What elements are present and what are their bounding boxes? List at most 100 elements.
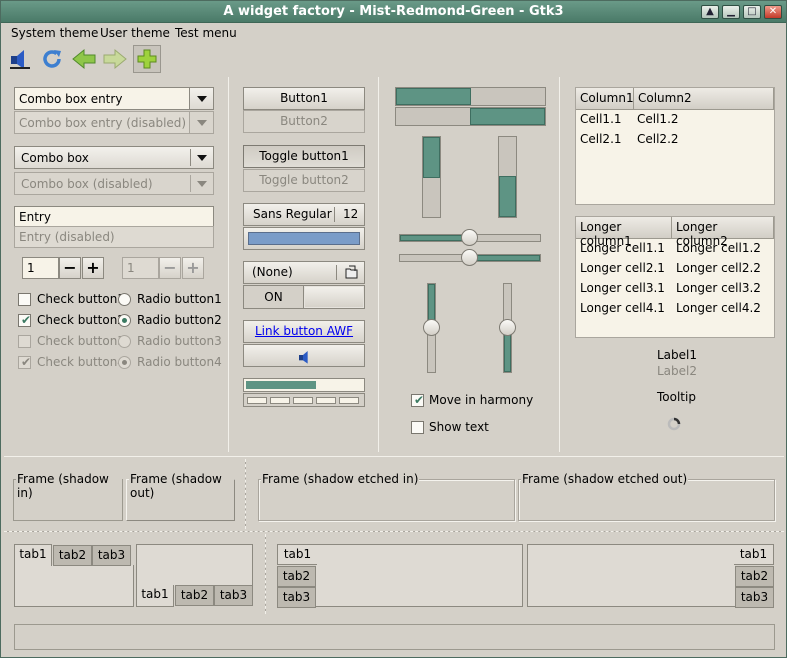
tab2[interactable]: tab2 [735,566,774,587]
tab3[interactable]: tab3 [92,545,131,566]
tab1[interactable]: tab1 [734,544,774,565]
color-button[interactable] [243,227,365,250]
menu-user-theme[interactable]: User theme [100,26,170,40]
tree1-cell[interactable]: Cell2.2 [637,132,679,146]
check-button2[interactable]: ✔ [18,313,32,327]
maximize-button[interactable]: □ [743,5,761,19]
tab2[interactable]: tab2 [277,566,316,587]
hscale-top-knob[interactable] [461,229,478,246]
tab1[interactable]: tab1 [136,585,174,607]
tree-view-2[interactable]: Longer column1 Longer column2 Longer cel… [575,216,775,338]
tree2-cell[interactable]: Longer cell2.2 [676,261,761,275]
toggle-button1[interactable]: Toggle button1 [243,145,365,168]
progress-bar [243,378,365,392]
combo-entry-input[interactable]: Combo box entry [14,87,190,110]
file-chooser-divider [336,265,337,280]
tree2-header-column1[interactable]: Longer column1 [576,217,672,248]
move-in-harmony-check[interactable]: ✔ [411,393,424,407]
tooltip-label[interactable]: Tooltip [657,390,696,404]
checkmark-icon: ✔ [21,313,32,327]
tree-view-1[interactable]: Column1 Column2 Cell1.1 Cell1.2 Cell2.1 … [575,87,775,205]
level-segment [316,397,336,404]
tree2-cell[interactable]: Longer cell4.1 [580,301,665,315]
level-segment [293,397,313,404]
radio-button4-label: Radio button4 [137,355,222,369]
minimize-button[interactable]: ▁ [722,5,740,19]
spin-decrement-button[interactable]: − [59,257,81,279]
switch-slider[interactable] [305,287,363,307]
combo-entry-disabled-dropdown [189,111,214,134]
combo-entry-dropdown[interactable] [189,87,214,110]
tab1[interactable]: tab1 [277,544,317,565]
switch[interactable]: ON [243,285,365,309]
tree1-cell[interactable]: Cell2.1 [580,132,622,146]
tree2-header-column2[interactable]: Longer column2 [672,217,774,248]
tree1-header-column1[interactable]: Column1 [576,88,634,110]
link-button[interactable]: Link button AWF [243,320,365,343]
tab3[interactable]: tab3 [277,587,316,608]
tree1-cell[interactable]: Cell1.1 [580,112,622,126]
add-icon[interactable] [133,45,161,73]
tab2[interactable]: tab2 [175,585,214,606]
menu-bar: System theme User theme Test menu [1,24,786,44]
forward-arrow-icon[interactable] [101,45,129,73]
tree2-cell[interactable]: Longer cell1.2 [676,241,761,255]
menu-system-theme[interactable]: System theme [11,26,98,40]
combo-divider [190,149,191,166]
check-button4: ✔ [18,355,31,369]
tab3[interactable]: tab3 [214,585,253,606]
level-bar [243,393,365,407]
tree2-cell[interactable]: Longer cell3.1 [580,281,665,295]
radio-button2[interactable] [118,314,131,327]
pane-separator[interactable] [245,459,246,529]
show-text-check[interactable] [411,421,424,434]
notebook-left-page [316,544,523,607]
check-button1[interactable] [18,293,31,306]
radio-button1-label: Radio button1 [137,292,222,306]
toggle-button2: Toggle button2 [243,169,365,192]
level-segment [270,397,290,404]
tab2[interactable]: tab2 [53,545,92,566]
tab3[interactable]: tab3 [735,587,774,608]
check-button4-label: Check button4 [37,355,125,369]
tree1-header-column2[interactable]: Column2 [634,88,774,110]
pane-separator[interactable] [4,531,784,532]
tree2-cell[interactable]: Longer cell1.1 [580,241,665,255]
tree2-cell[interactable]: Longer cell4.2 [676,301,761,315]
pane-separator[interactable] [265,534,266,614]
refresh-icon[interactable] [38,45,66,73]
tree2-cell[interactable]: Longer cell2.1 [580,261,665,275]
hscale-bottom-knob[interactable] [461,249,478,266]
tree1-cell[interactable]: Cell1.2 [637,112,679,126]
back-arrow-icon[interactable] [70,45,98,73]
menu-test[interactable]: Test menu [175,26,237,40]
window-up-button[interactable]: ▲ [701,5,719,19]
hscale-top-fill [400,235,470,241]
entry-field[interactable]: Entry [14,206,214,228]
hprogress-bottom-fill [470,108,545,125]
button1[interactable]: Button1 [243,87,365,110]
radio-button1[interactable] [118,293,131,306]
tree2-cell[interactable]: Longer cell3.2 [676,281,761,295]
radio-button3 [118,335,131,348]
spin-increment-button[interactable]: + [82,257,104,279]
switch-on-label: ON [244,286,304,308]
vscale-right-knob[interactable] [499,319,516,336]
spin-input[interactable]: 1 [22,257,59,279]
font-size: 12 [343,207,359,221]
combo-box[interactable]: Combo box [14,146,214,169]
check-button2-label: Check button2 [37,313,125,327]
spin-input-disabled: 1 [122,257,159,279]
font-button[interactable]: Sans Regular 12 [243,203,365,226]
file-chooser-button[interactable]: (None) [243,261,365,284]
close-button[interactable]: ✕ [764,5,782,19]
notebook-bottom-page [136,544,253,586]
tab1[interactable]: tab1 [14,544,52,566]
column-separator [378,77,379,452]
vscale-left-knob[interactable] [423,319,440,336]
button2: Button2 [243,110,365,133]
volume-button[interactable] [243,344,365,367]
vprogress-left-fill [423,137,440,178]
title-bar[interactable]: A widget factory - Mist-Redmond-Green - … [1,1,786,23]
audio-volume-icon[interactable] [6,45,34,73]
